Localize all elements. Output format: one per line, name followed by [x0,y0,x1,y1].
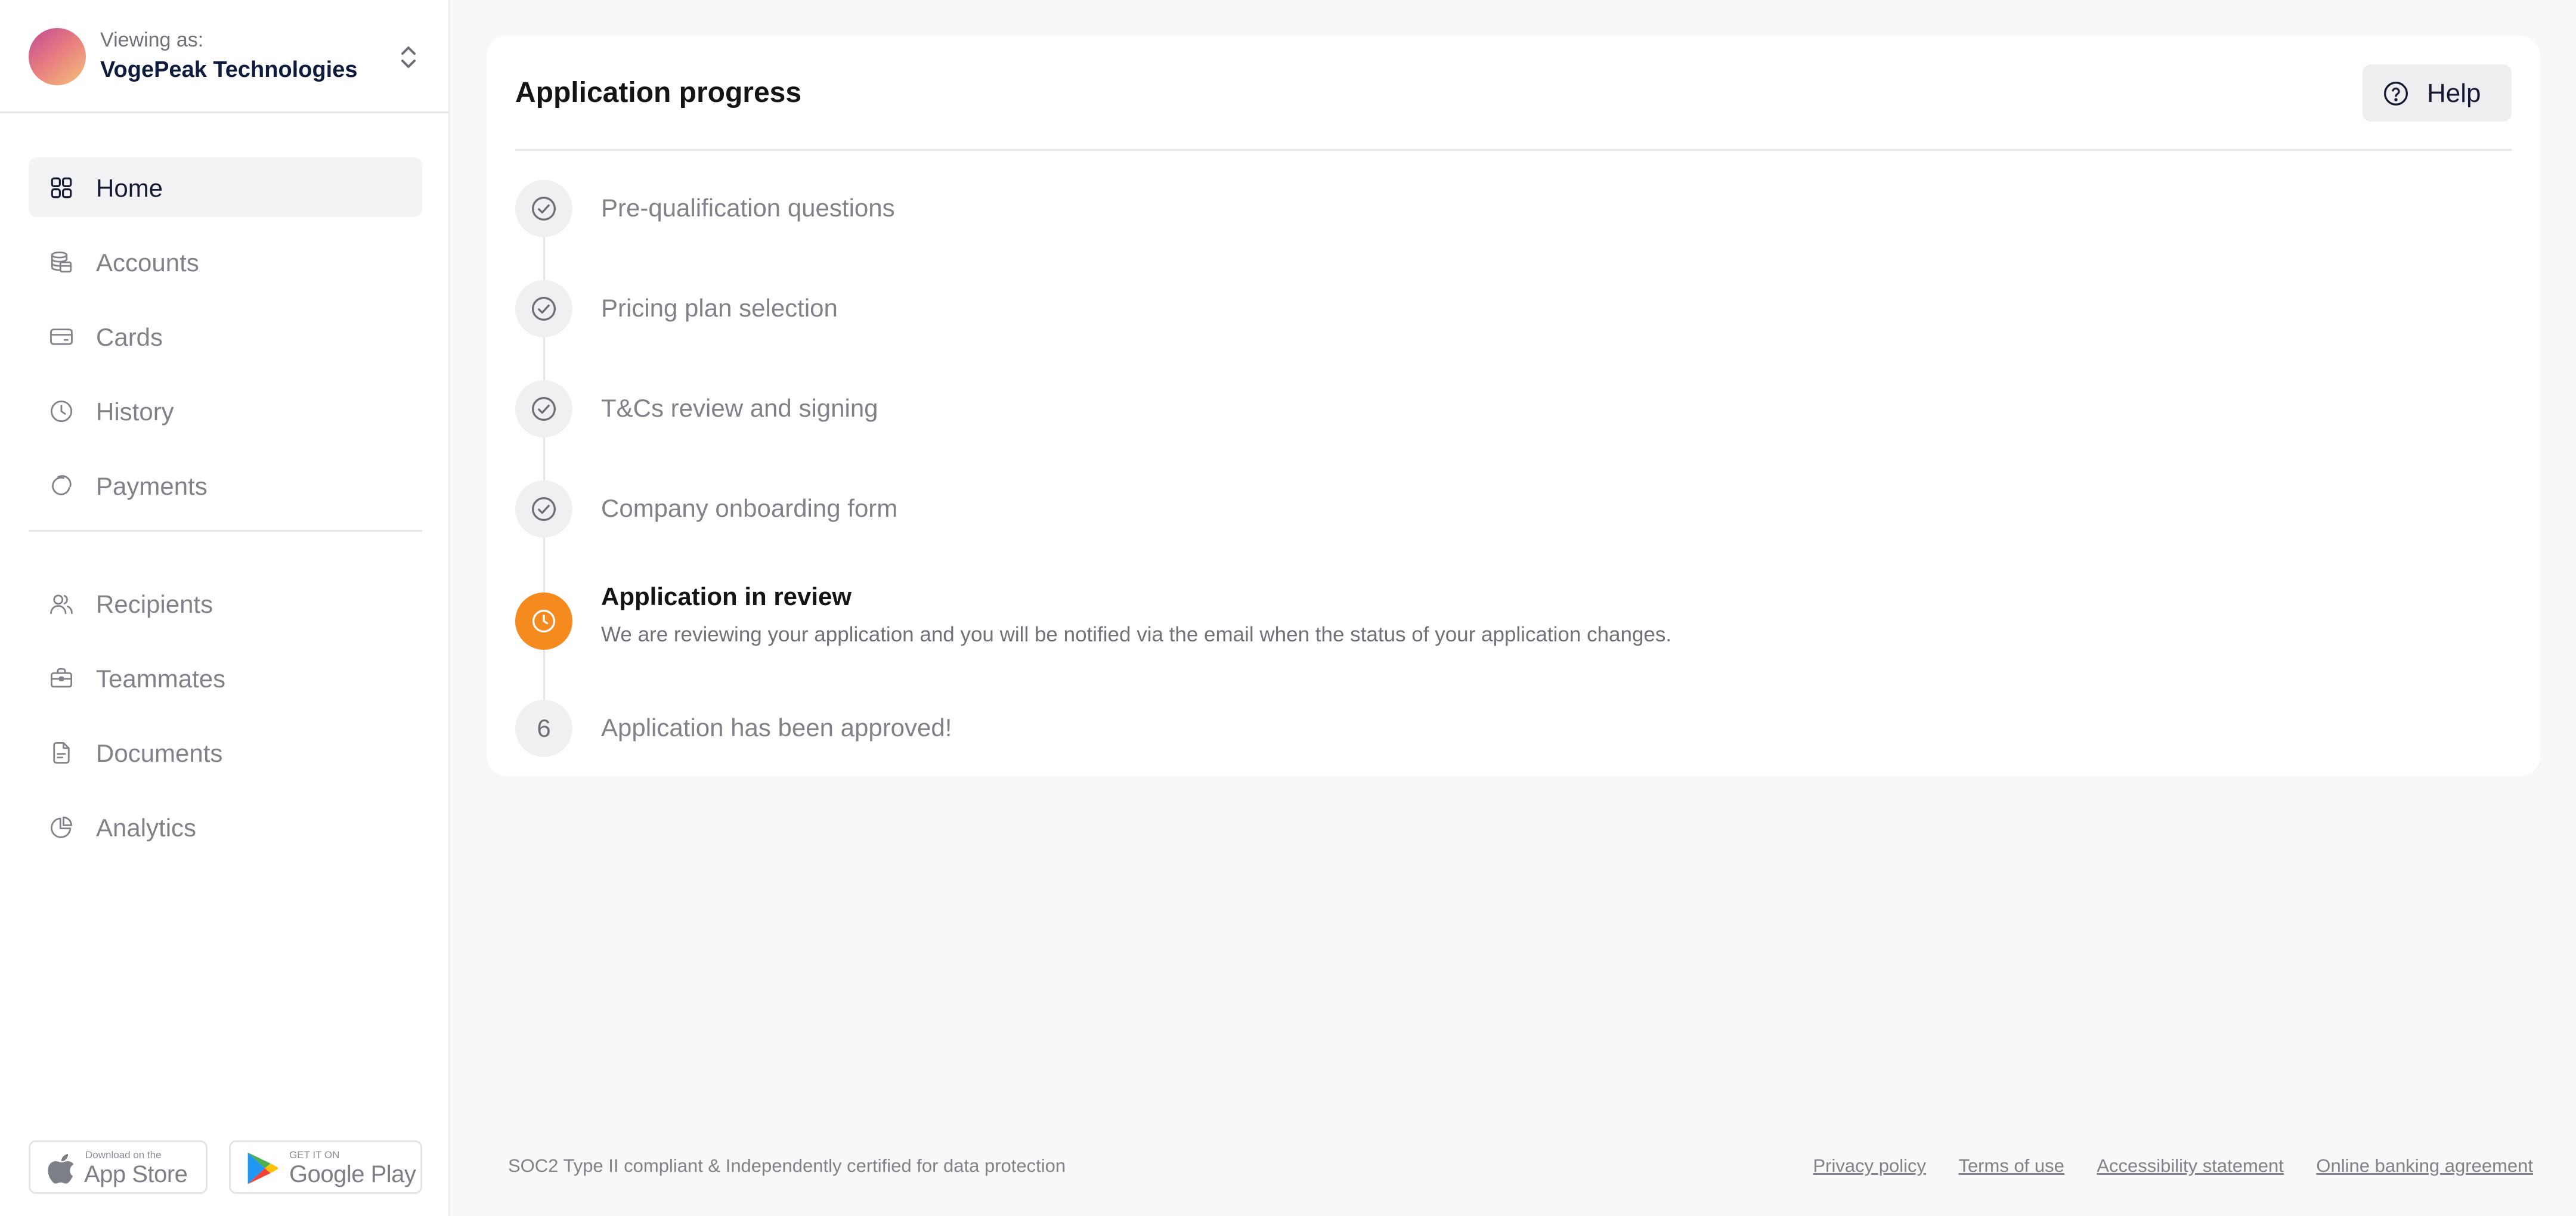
sidebar-item-label: Payments [96,472,208,500]
privacy-policy-link[interactable]: Privacy policy [1813,1155,1926,1176]
users-icon [50,594,73,615]
step-label: Application has been approved! [601,714,952,742]
payments-icon [52,475,72,495]
step-marker [515,280,572,337]
page-title: Application progress [515,77,802,108]
step-label: Application in review [601,582,852,610]
sidebar-nav: Home Accounts Cards History Payments Rec… [29,157,422,871]
sidebar-item-label: Home [96,174,163,202]
check-circle-icon [532,497,556,521]
step-connector [543,538,545,593]
step-marker [515,380,572,438]
google-play-small-text: GET IT ON [289,1149,340,1161]
terms-of-use-link[interactable]: Terms of use [1958,1155,2064,1176]
sidebar-item-teammates[interactable]: Teammates [29,648,422,708]
help-button-label: Help [2427,79,2481,108]
sidebar-item-label: Documents [96,739,223,767]
clock-icon [50,400,73,423]
company-name: VogePeak Technologies [100,57,358,82]
step-connector [543,237,545,281]
step-description: We are reviewing your application and yo… [601,623,1672,646]
compliance-note: SOC2 Type II compliant & Independently c… [508,1155,1066,1176]
question-circle-icon [2384,82,2408,106]
step-label: Pre-qualification questions [601,194,895,222]
app-store-big-text: App Store [84,1161,188,1187]
sidebar-item-recipients[interactable]: Recipients [29,573,422,633]
step-label: Company onboarding form [601,494,898,522]
google-play-badge[interactable]: GET IT ON Google Play [229,1140,422,1194]
step-label: Pricing plan selection [601,294,838,322]
grid-icon [51,177,72,198]
sidebar-item-label: Recipients [96,590,213,618]
footer-links: Privacy policy Terms of use Accessibilit… [1783,1155,2533,1177]
check-circle-icon [532,197,556,221]
nav-divider [29,530,422,532]
briefcase-icon [50,668,73,688]
step-marker: 6 [515,700,572,757]
chevron-up-down-icon[interactable] [397,43,420,72]
sidebar-item-label: Cards [96,323,163,351]
step-connector [543,438,545,482]
help-button[interactable]: Help [2363,64,2512,122]
card-divider [515,149,2512,151]
google-play-big-text: Google Play [289,1161,416,1187]
sidebar-item-cards[interactable]: Cards [29,306,422,366]
sidebar-item-label: Accounts [96,249,199,277]
credit-card-icon [50,328,73,345]
sidebar-item-payments[interactable]: Payments [29,455,422,515]
google-play-icon [247,1152,278,1184]
online-banking-agreement-link[interactable]: Online banking agreement [2316,1155,2533,1176]
application-progress-card: Application progress Help Pre-qualificat… [487,36,2540,776]
step-label: T&Cs review and signing [601,394,878,422]
sidebar-item-label: Teammates [96,665,226,693]
check-circle-icon [532,297,556,321]
step-marker [515,480,572,538]
viewing-as-label: Viewing as: [100,29,204,51]
sidebar-item-accounts[interactable]: Accounts [29,232,422,291]
sidebar: Viewing as: VogePeak Technologies Home A… [0,0,450,1216]
sidebar-item-label: History [96,398,174,426]
app-store-small-text: Download on the [85,1149,162,1161]
check-circle-icon [532,397,556,421]
step-number: 6 [537,714,551,742]
step-marker [515,593,572,650]
avatar [29,28,86,85]
pie-chart-icon [51,816,73,838]
sidebar-item-documents[interactable]: Documents [29,722,422,782]
step-connector [543,650,545,700]
sidebar-item-history[interactable]: History [29,381,422,441]
account-switcher[interactable]: Viewing as: VogePeak Technologies [0,0,448,113]
document-icon [53,742,70,764]
step-marker [515,180,572,237]
step-connector [543,337,545,381]
apple-icon [48,1154,74,1184]
coin-stack-icon [51,251,72,273]
sidebar-item-label: Analytics [96,814,197,842]
accessibility-statement-link[interactable]: Accessibility statement [2097,1155,2284,1176]
sidebar-item-home[interactable]: Home [29,157,422,217]
app-store-badge[interactable]: Download on the App Store [29,1140,208,1194]
app-root: Viewing as: VogePeak Technologies Home A… [0,0,2576,1216]
sidebar-item-analytics[interactable]: Analytics [29,797,422,857]
clock-icon [532,609,556,633]
